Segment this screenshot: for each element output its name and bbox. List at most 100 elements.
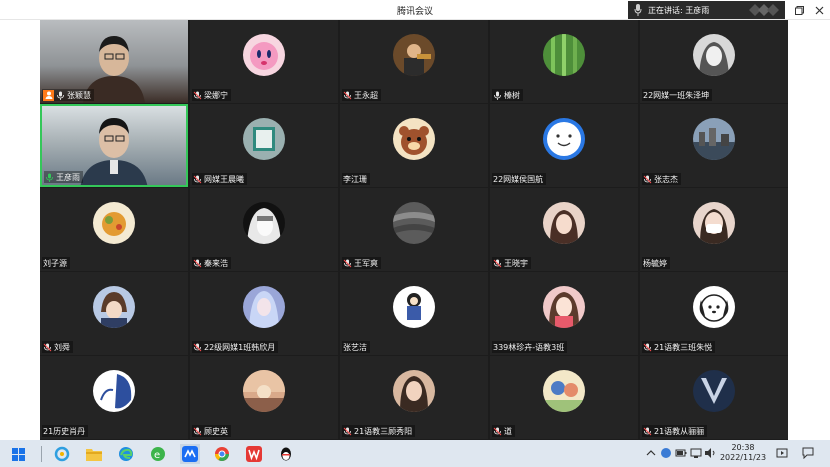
avatar [243,202,285,244]
mic-muted-icon [343,259,352,267]
avatar [243,34,285,76]
chevron-up-icon[interactable] [645,447,657,459]
participant-tile[interactable]: 21历史肖丹 [40,356,188,439]
participant-tile[interactable]: 张颖慧 [40,20,188,103]
participant-name: 22级网媒1班韩欣月 [204,342,276,352]
participant-tile[interactable]: 张艺洁 [340,272,488,355]
participant-nameplate: 21语教三班朱悦 [642,341,716,353]
participant-nameplate: 22级网媒1班韩欣月 [192,341,279,353]
ring-app-icon [54,446,70,462]
mic-muted-icon [193,343,202,351]
participant-nameplate: 22网媒侯国航 [492,173,547,185]
media-icon[interactable] [776,447,788,459]
participant-name: 道 [504,426,512,436]
tray-app-icon[interactable] [660,447,672,459]
participant-tile[interactable]: 李江珊 [340,104,488,187]
clock-time: 20:38 [731,443,755,452]
network-icon[interactable] [690,447,702,459]
avatar [243,370,285,412]
chrome-like-icon [215,447,229,461]
participant-tile[interactable]: 王晓宇 [490,188,638,271]
mic-muted-icon [43,343,52,351]
participant-tile[interactable]: 22级网媒1班韩欣月 [190,272,338,355]
avatar [543,286,585,328]
taskbar-divider [32,444,52,464]
mic-muted-icon [493,427,502,435]
close-button[interactable] [812,3,826,17]
participant-tile[interactable]: 道 [490,356,638,439]
participant-tile[interactable]: 梁娜宁 [190,20,338,103]
wps-icon [246,446,262,462]
participant-nameplate: 王彦雨 [44,171,83,183]
qq-button[interactable] [276,444,296,464]
participant-name: 张志杰 [654,174,678,184]
participant-nameplate: 杨毓婷 [642,257,670,269]
tencent-meeting-button[interactable] [180,444,200,464]
participant-tile[interactable]: 王军爽 [340,188,488,271]
participant-tile[interactable]: 秦来浩 [190,188,338,271]
edge-icon [119,447,133,461]
windows-taskbar: e 20:38 2022/11/23 [0,440,830,467]
colorful-app-button[interactable] [212,444,232,464]
participant-tile[interactable]: 杨毓婷 [640,188,788,271]
participant-tile[interactable]: 刘子源 [40,188,188,271]
svg-text:e: e [154,450,160,461]
participant-tile[interactable]: 顾史英 [190,356,338,439]
participant-nameplate: 李江珊 [342,173,370,185]
mic-muted-icon [643,175,652,183]
avatar [693,370,735,412]
avatar [693,286,735,328]
participant-name: 王彦雨 [56,172,80,182]
windows-start-button[interactable] [8,444,28,464]
participant-tile[interactable]: 339林珍卉-语教3班 [490,272,638,355]
participant-tile[interactable]: 王彦雨 [40,104,188,187]
participant-nameplate: 王晓宇 [492,257,531,269]
participant-tile[interactable]: 22网媒侯国航 [490,104,638,187]
speaking-label: 正在讲话: 王彦雨 [648,5,710,15]
mic-muted-icon [193,427,202,435]
participant-name: 王永超 [354,90,378,100]
green-browser-button[interactable]: e [148,444,168,464]
avatar [543,34,585,76]
participant-nameplate: 刘子源 [42,257,70,269]
edge-browser-button[interactable] [116,444,136,464]
restore-button[interactable] [792,3,806,17]
title-bar: 腾讯会议 正在讲话: 王彦雨 [0,0,830,20]
participant-gallery: 张颖慧 梁娜宁 王永超 榛树 22网媒一班朱泽坤王彦雨 网媒王晨曦 李江珊 22网媒侯国航 张志… [40,20,788,440]
participant-nameplate: 王军爽 [342,257,381,269]
wps-button[interactable] [244,444,264,464]
microphone-icon [634,4,642,16]
participant-tile[interactable]: 榛树 [490,20,638,103]
participant-tile[interactable]: 21语教从骊骊 [640,356,788,439]
participant-name: 21语教三顾秀阳 [354,426,413,436]
participant-tile[interactable]: 刘舜 [40,272,188,355]
avatar [543,370,585,412]
participant-name: 刘舜 [54,342,70,352]
participant-name: 榛树 [504,90,520,100]
notification-icon[interactable] [802,447,814,459]
participant-nameplate: 网媒王晨曦 [192,173,247,185]
user-icon [45,91,52,99]
participant-tile[interactable]: 张志杰 [640,104,788,187]
mic-muted-icon [493,259,502,267]
battery-icon[interactable] [675,447,687,459]
participant-tile[interactable]: 22网媒一班朱泽坤 [640,20,788,103]
taskbar-search-app[interactable] [52,444,72,464]
participant-nameplate: 王永超 [342,89,381,101]
participant-tile[interactable]: 网媒王晨曦 [190,104,338,187]
participant-tile[interactable]: 王永超 [340,20,488,103]
mic-on-icon [46,173,53,182]
file-explorer-button[interactable] [84,444,104,464]
participant-tile[interactable]: 21语教三班朱悦 [640,272,788,355]
participant-nameplate: 梁娜宁 [192,89,231,101]
mic-muted-icon [643,427,652,435]
drag-handle-icon[interactable] [749,4,779,16]
mic-on-icon [57,91,64,100]
participant-nameplate: 339林珍卉-语教3班 [492,341,568,353]
participant-tile[interactable]: 21语教三顾秀阳 [340,356,488,439]
participant-name: 王晓宇 [504,258,528,268]
system-clock[interactable]: 20:38 2022/11/23 [712,443,774,463]
clock-date: 2022/11/23 [719,453,767,462]
mic-muted-icon [343,91,352,99]
participant-name: 339林珍卉-语教3班 [493,342,565,352]
